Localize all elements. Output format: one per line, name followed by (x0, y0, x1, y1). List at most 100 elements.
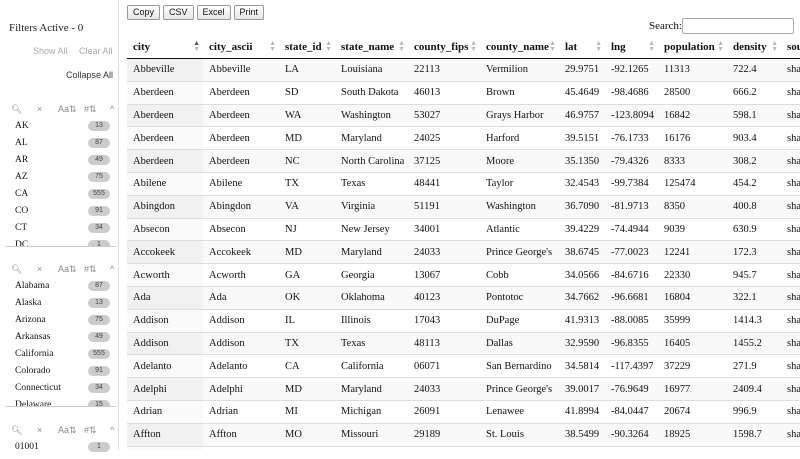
table-cell: shape (781, 263, 800, 287)
filter-option[interactable]: CO 91 (6, 203, 116, 220)
table-cell: 945.7 (727, 263, 781, 287)
table-cell: Texas (335, 171, 408, 196)
filter-option[interactable]: AR 49 (6, 152, 116, 169)
filter-option[interactable]: AL 87 (6, 135, 116, 152)
table-row[interactable]: Adrian Adrian MI Michigan 26091 Lenawee 41.899… (127, 399, 800, 424)
alpha-sort-icon[interactable]: Aa⇅ (58, 104, 77, 115)
table-row[interactable]: Acworth Acworth GA Georgia 13067 Cobb 34.0566-… (127, 263, 800, 287)
column-header[interactable]: lat ▲ ▼ (559, 36, 605, 59)
table-cell: 29189 (408, 422, 480, 447)
column-header[interactable]: source▲▼ (781, 36, 800, 59)
table-row[interactable]: Adelphi Adelphi MD Maryland 24033 Prince Geor… (127, 377, 800, 401)
table-row[interactable]: Ada Ada OK Oklahoma 40123 Pontotoc 34.7662 -96.… (127, 285, 800, 310)
filter-option[interactable]: Alaska 13 (6, 295, 116, 312)
table-row[interactable]: Addison Addison TX Texas 48113 Dallas 32.9590-… (127, 331, 800, 355)
filter-option-label: AR (15, 155, 29, 165)
table-cell: 16405 (658, 331, 727, 355)
table-cell: VA (279, 194, 335, 219)
filter-option[interactable]: Arizona 75 (6, 312, 116, 329)
search-input[interactable] (682, 18, 794, 34)
column-header[interactable]: county_name ▲ ▼ (480, 36, 559, 59)
collapse-all-link[interactable]: Collapse All (66, 70, 113, 80)
filter-option[interactable]: California 555 (6, 346, 116, 363)
clear-icon[interactable]: × (37, 264, 42, 274)
collapse-icon[interactable]: ^ (110, 264, 114, 274)
table-cell: Acworth (127, 263, 203, 287)
filter-option[interactable]: DC 1 (6, 237, 116, 246)
print-button[interactable]: Print (233, 5, 265, 20)
column-header[interactable]: lng ▲ ▼ (605, 36, 658, 59)
table-row[interactable]: Accokeek Accokeek MD Maryland 24033 Prince Ge… (127, 240, 800, 264)
column-header[interactable]: state_id ▲ ▼ (279, 36, 335, 59)
search-icon[interactable]: 🔍︎ (11, 264, 22, 275)
table-row[interactable]: Adelanto Adelanto CA California 06071 San Ber… (127, 354, 800, 378)
collapse-icon[interactable]: ^ (110, 425, 114, 435)
numeric-sort-icon[interactable]: #⇅ (84, 264, 97, 275)
table-cell: 48441 (408, 171, 480, 196)
filter-option[interactable]: Alabama 87 (6, 278, 116, 295)
alpha-sort-icon[interactable]: Aa⇅ (58, 264, 77, 275)
table-cell: Aberdeen (127, 149, 203, 173)
table-cell: 06071 (408, 354, 480, 378)
column-header[interactable]: density ▲ ▼ (727, 36, 781, 59)
column-header-label: city_ascii (209, 41, 253, 53)
table-cell: Absecon (203, 217, 279, 241)
table-row[interactable]: Aberdeen Aberdeen WA Washington 53027 Grays H… (127, 103, 800, 127)
numeric-sort-icon[interactable]: #⇅ (84, 104, 97, 115)
alpha-sort-icon[interactable]: Aa⇅ (58, 425, 77, 436)
filter-option-count: 555 (88, 349, 110, 359)
filter-option[interactable]: Colorado 91 (6, 363, 116, 380)
collapse-icon[interactable]: ^ (110, 104, 114, 114)
column-header[interactable]: state_name ▲ ▼ (335, 36, 408, 59)
table-cell: -117.4397 (605, 354, 658, 378)
column-header[interactable]: city ▲ ▼ (127, 36, 203, 59)
filter-option[interactable]: Arkansas 49 (6, 329, 116, 346)
filter-option[interactable]: 01001 1 (6, 439, 116, 456)
table-cell: -84.0447 (605, 399, 658, 424)
table-cell: Prince George's (480, 377, 559, 401)
table-row[interactable]: Aberdeen Aberdeen SD South Dakota 46013 Brown… (127, 80, 800, 105)
table-row[interactable]: Abbeville Abbeville LA Louisiana 22113 Vermil… (127, 58, 800, 82)
column-header[interactable]: county_fips ▲ ▼ (408, 36, 480, 59)
clear-icon[interactable]: × (37, 104, 42, 114)
table-cell: 722.4 (727, 58, 781, 82)
clear-all-link[interactable]: Clear All (79, 46, 113, 56)
table-row[interactable]: Abilene Abilene TX Texas 48441 Taylor 32.4543-… (127, 171, 800, 196)
table-cell: 35.1350 (559, 149, 605, 173)
search-icon[interactable]: 🔍︎ (11, 104, 22, 115)
numeric-sort-icon[interactable]: #⇅ (84, 425, 97, 436)
table-cell: -76.1733 (605, 126, 658, 150)
table-row[interactable]: Affton Affton MO Missouri 29189 St. Louis 38.5… (127, 422, 800, 447)
filter-option[interactable]: AK 13 (6, 118, 116, 135)
column-header-label: density (733, 41, 767, 53)
search-icon[interactable]: 🔍︎ (11, 425, 22, 436)
table-cell: 271.9 (727, 354, 781, 378)
table-row[interactable]: Addison Addison IL Illinois 17043 DuPage 41.93… (127, 308, 800, 333)
table-cell: Maryland (335, 377, 408, 401)
filter-option[interactable]: CA 555 (6, 186, 116, 203)
filter-option-count: 75 (88, 172, 110, 182)
table-cell: 16176 (658, 126, 727, 150)
table-cell: 20674 (658, 399, 727, 424)
filter-option[interactable]: AZ 75 (6, 169, 116, 186)
excel-button[interactable]: Excel (196, 5, 231, 20)
table-row[interactable]: Abingdon Abingdon VA Virginia 51191 Washingto… (127, 194, 800, 219)
table-cell: -90.3264 (605, 422, 658, 447)
table-cell: Abilene (203, 171, 279, 196)
show-all-link[interactable]: Show All (33, 46, 68, 56)
csv-button[interactable]: CSV (163, 5, 194, 20)
table-row[interactable]: Aberdeen Aberdeen NC North Carolina 37125 Moo… (127, 149, 800, 173)
table-row[interactable]: Agoura HillsAgoura HillsCACalifornia0603… (127, 445, 800, 450)
filter-option[interactable]: CT 34 (6, 220, 116, 237)
table-row[interactable]: Absecon Absecon NJ New Jersey 34001 Atlantic 3… (127, 217, 800, 241)
table-cell: 13067 (408, 263, 480, 287)
column-header[interactable]: population ▲ ▼ (658, 36, 727, 59)
table-row[interactable]: Aberdeen Aberdeen MD Maryland 24025 Harford 39… (127, 126, 800, 150)
column-header[interactable]: city_ascii ▲ ▼ (203, 36, 279, 59)
filter-option[interactable]: Delaware 15 (6, 397, 116, 406)
copy-button[interactable]: Copy (127, 5, 161, 20)
table-cell: Aberdeen (127, 103, 203, 127)
clear-icon[interactable]: × (37, 425, 42, 435)
filter-option[interactable]: Connecticut 34 (6, 380, 116, 397)
export-toolbar: Copy CSV Excel Print (127, 5, 267, 20)
